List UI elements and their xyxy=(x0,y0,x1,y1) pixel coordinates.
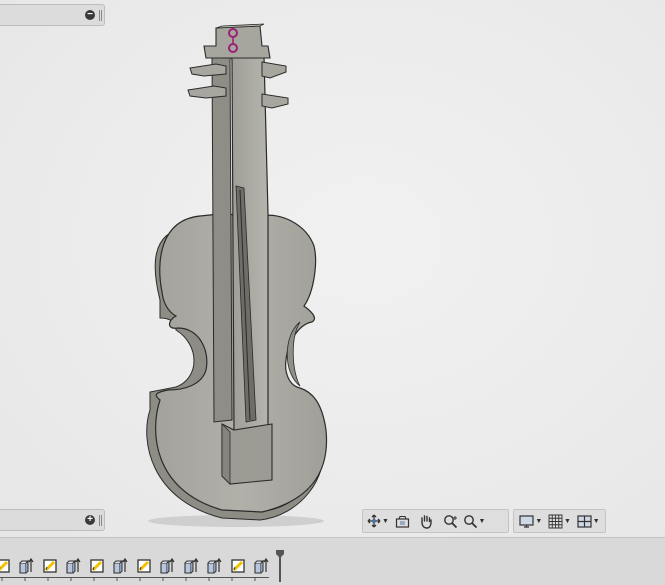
grid-snaps-icon[interactable]: ▼ xyxy=(545,511,575,531)
sketch-feature-icon[interactable] xyxy=(227,556,248,576)
neck-side xyxy=(211,51,233,423)
fit-icon[interactable]: ▼ xyxy=(462,511,486,531)
extrude-feature-icon[interactable] xyxy=(204,556,225,576)
timeline-ticks xyxy=(1,577,256,581)
extrude-feature-icon[interactable] xyxy=(110,556,131,576)
canvas-viewport[interactable]: − + ▼ ▼ ▼ ▼ ▼ xyxy=(0,0,665,537)
chevron-down-icon[interactable]: ▼ xyxy=(593,518,600,525)
timeline xyxy=(0,537,665,585)
violin-model[interactable] xyxy=(0,0,665,537)
extrude-feature-icon[interactable] xyxy=(16,556,37,576)
look-at-icon[interactable] xyxy=(390,511,414,531)
timeline-marker[interactable] xyxy=(276,550,284,582)
chevron-down-icon[interactable]: ▼ xyxy=(535,518,542,525)
sketch-feature-icon[interactable] xyxy=(0,556,13,576)
viewports-icon[interactable]: ▼ xyxy=(574,511,602,531)
extrude-feature-icon[interactable] xyxy=(63,556,84,576)
sketch-feature-icon[interactable] xyxy=(39,556,60,576)
zoom-icon[interactable] xyxy=(438,511,462,531)
sketch-feature-icon[interactable] xyxy=(86,556,107,576)
extrude-feature-icon[interactable] xyxy=(180,556,201,576)
navigation-bar: ▼ ▼ xyxy=(362,509,509,533)
tailpiece-side xyxy=(221,423,231,485)
chevron-down-icon[interactable]: ▼ xyxy=(564,518,571,525)
display-settings-icon[interactable]: ▼ xyxy=(517,511,545,531)
chevron-down-icon[interactable]: ▼ xyxy=(479,518,486,525)
pan-icon[interactable] xyxy=(414,511,438,531)
chevron-down-icon[interactable]: ▼ xyxy=(382,518,389,525)
display-bar: ▼ ▼ ▼ xyxy=(513,509,606,533)
extrude-feature-icon[interactable] xyxy=(251,556,272,576)
timeline-track xyxy=(0,552,274,580)
sketch-feature-icon[interactable] xyxy=(133,556,154,576)
orbit-icon[interactable]: ▼ xyxy=(366,511,390,531)
extrude-feature-icon[interactable] xyxy=(157,556,178,576)
